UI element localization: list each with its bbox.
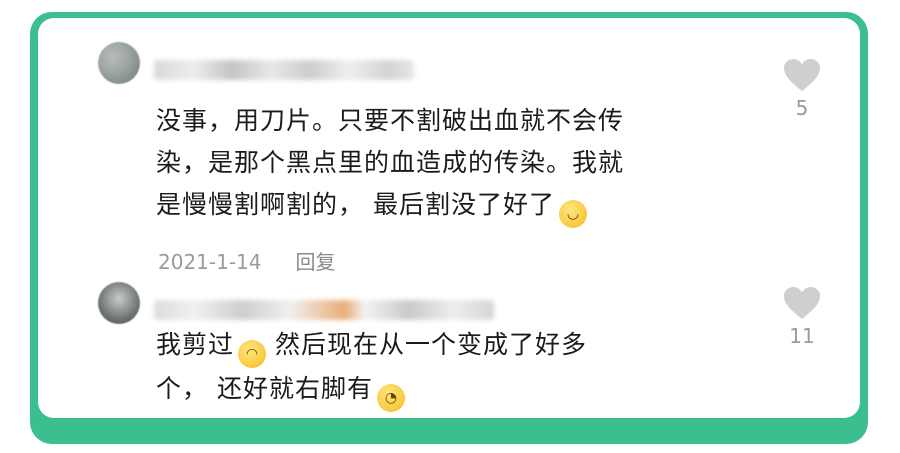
comment-text: 我剪过 ◠ 然后现在从一个变成了好多 个， 还好就右脚有 ◔ [156, 324, 756, 412]
avatar[interactable] [98, 42, 140, 84]
like-button[interactable]: 11 [782, 286, 822, 348]
comment-line: 染，是那个黑点里的血造成的传染。我就 [156, 148, 625, 177]
comment-line-text: 然后现在从一个变成了好多 [274, 330, 587, 359]
comment-line-text: 我剪过 [156, 330, 235, 359]
comment-item: 我剪过 ◠ 然后现在从一个变成了好多 个， 还好就右脚有 ◔ 11 [38, 280, 860, 418]
comment-line: 个， 还好就右脚有 ◔ [156, 368, 756, 412]
grinning-emoji-icon: ◡ [558, 200, 587, 228]
like-button[interactable]: 5 [782, 58, 822, 120]
heart-icon [784, 287, 820, 319]
heart-icon [784, 59, 820, 91]
comment-item: 没事，用刀片。只要不割破出血就不会传 染，是那个黑点里的血造成的传染。我就 是慢… [38, 36, 860, 276]
reply-button[interactable]: 回复 [296, 250, 336, 274]
comment-meta: 2021-1-14 回复 [158, 246, 336, 275]
comment-line: 我剪过 ◠ 然后现在从一个变成了好多 [156, 324, 756, 368]
avatar[interactable] [98, 282, 140, 324]
comment-line: 是慢慢割啊割的， 最后割没了好了 ◡ [156, 184, 756, 228]
like-count: 11 [789, 324, 815, 348]
username-blurred[interactable] [154, 300, 494, 320]
comment-date: 2021-1-14 [158, 250, 262, 274]
like-count: 5 [795, 96, 809, 120]
username-blurred[interactable] [154, 60, 414, 80]
comment-line-text: 是慢慢割啊割的， 最后割没了好了 [156, 190, 555, 219]
comment-line: 没事，用刀片。只要不割破出血就不会传 [156, 106, 625, 135]
rolling-laughing-emoji-icon: ◠ [238, 340, 267, 368]
comment-text: 没事，用刀片。只要不割破出血就不会传 染，是那个黑点里的血造成的传染。我就 是慢… [156, 100, 756, 228]
pleading-face-emoji-icon: ◔ [376, 384, 405, 412]
comment-line-text: 个， 还好就右脚有 [156, 374, 373, 403]
comment-list: 没事，用刀片。只要不割破出血就不会传 染，是那个黑点里的血造成的传染。我就 是慢… [38, 18, 860, 418]
